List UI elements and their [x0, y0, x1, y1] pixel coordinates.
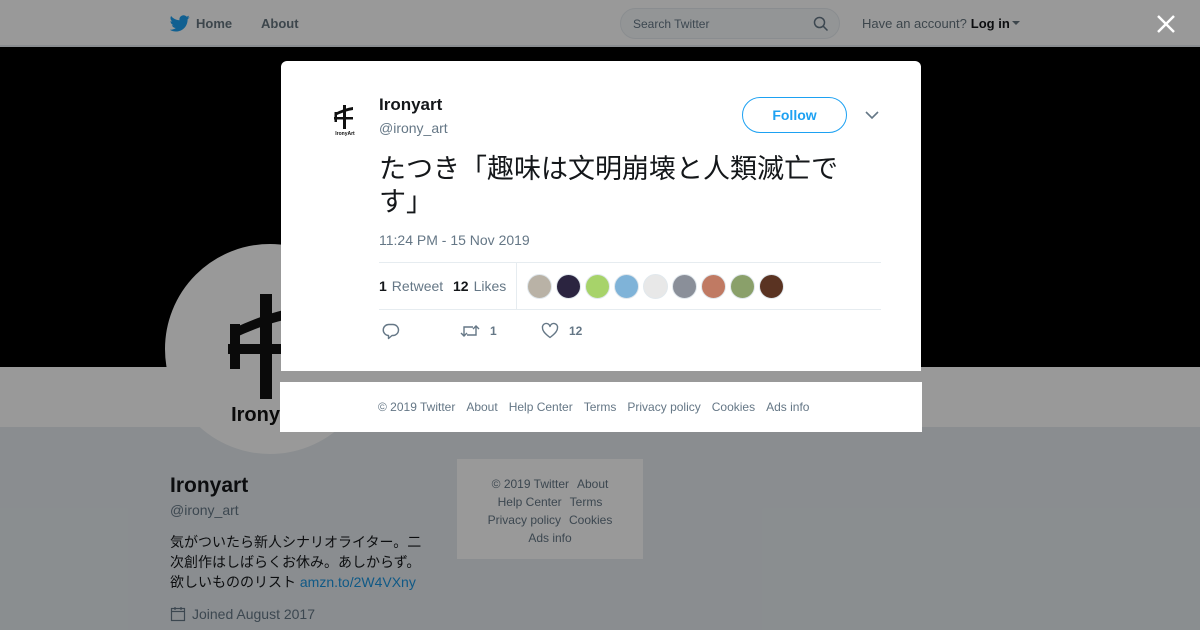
footer-help[interactable]: Help Center: [509, 400, 573, 414]
tweet-author-handle[interactable]: @irony_art: [379, 120, 448, 136]
liker-avatar[interactable]: [585, 274, 610, 299]
footer-terms[interactable]: Terms: [584, 400, 617, 414]
liker-avatar[interactable]: [614, 274, 639, 299]
stats-divider: [516, 263, 517, 309]
retweet-icon: [460, 325, 480, 337]
liker-avatar[interactable]: [701, 274, 726, 299]
retweet-action-count: 1: [490, 324, 497, 338]
liker-avatar[interactable]: [672, 274, 697, 299]
likers-avatar-list: [527, 274, 788, 299]
ironyart-logo-icon: IronyArt: [334, 105, 355, 137]
tweet-stats: 1 Retweet 12 Likes: [379, 262, 881, 310]
svg-text:IronyArt: IronyArt: [335, 131, 355, 137]
like-action-count: 12: [569, 324, 583, 338]
footer-about[interactable]: About: [466, 400, 497, 414]
reply-button[interactable]: [382, 319, 410, 343]
tweet-timestamp[interactable]: 11:24 PM - 15 Nov 2019: [379, 232, 530, 248]
like-button[interactable]: 12: [541, 319, 582, 343]
follow-button[interactable]: Follow: [742, 97, 847, 133]
retweet-stat[interactable]: 1 Retweet: [379, 263, 443, 309]
footer-copyright: © 2019 Twitter: [378, 400, 456, 414]
retweet-count: 1: [379, 278, 387, 294]
tweet-modal: IronyArt Ironyart @irony_art Follow たつき「…: [281, 61, 921, 371]
chevron-down-icon[interactable]: [865, 110, 879, 120]
footer-cookies[interactable]: Cookies: [712, 400, 755, 414]
liker-avatar[interactable]: [759, 274, 784, 299]
tweet-author-name[interactable]: Ironyart: [379, 95, 442, 115]
tweet-author-avatar[interactable]: IronyArt: [321, 95, 369, 143]
reply-icon: [382, 323, 400, 340]
footer-privacy[interactable]: Privacy policy: [627, 400, 700, 414]
like-label: Likes: [473, 278, 507, 294]
liker-avatar[interactable]: [643, 274, 668, 299]
heart-icon: [541, 322, 559, 339]
footer-ads[interactable]: Ads info: [766, 400, 809, 414]
like-count: 12: [453, 278, 469, 294]
close-icon[interactable]: [1154, 12, 1178, 36]
retweet-label: Retweet: [391, 278, 444, 294]
like-stat[interactable]: 12 Likes: [453, 263, 506, 309]
modal-footer: © 2019 Twitter About Help Center Terms P…: [280, 382, 922, 432]
tweet-text: たつき「趣味は文明崩壊と人類滅亡です」: [379, 154, 838, 217]
liker-avatar[interactable]: [527, 274, 552, 299]
liker-avatar[interactable]: [730, 274, 755, 299]
liker-avatar[interactable]: [556, 274, 581, 299]
retweet-button[interactable]: 1: [460, 319, 497, 343]
